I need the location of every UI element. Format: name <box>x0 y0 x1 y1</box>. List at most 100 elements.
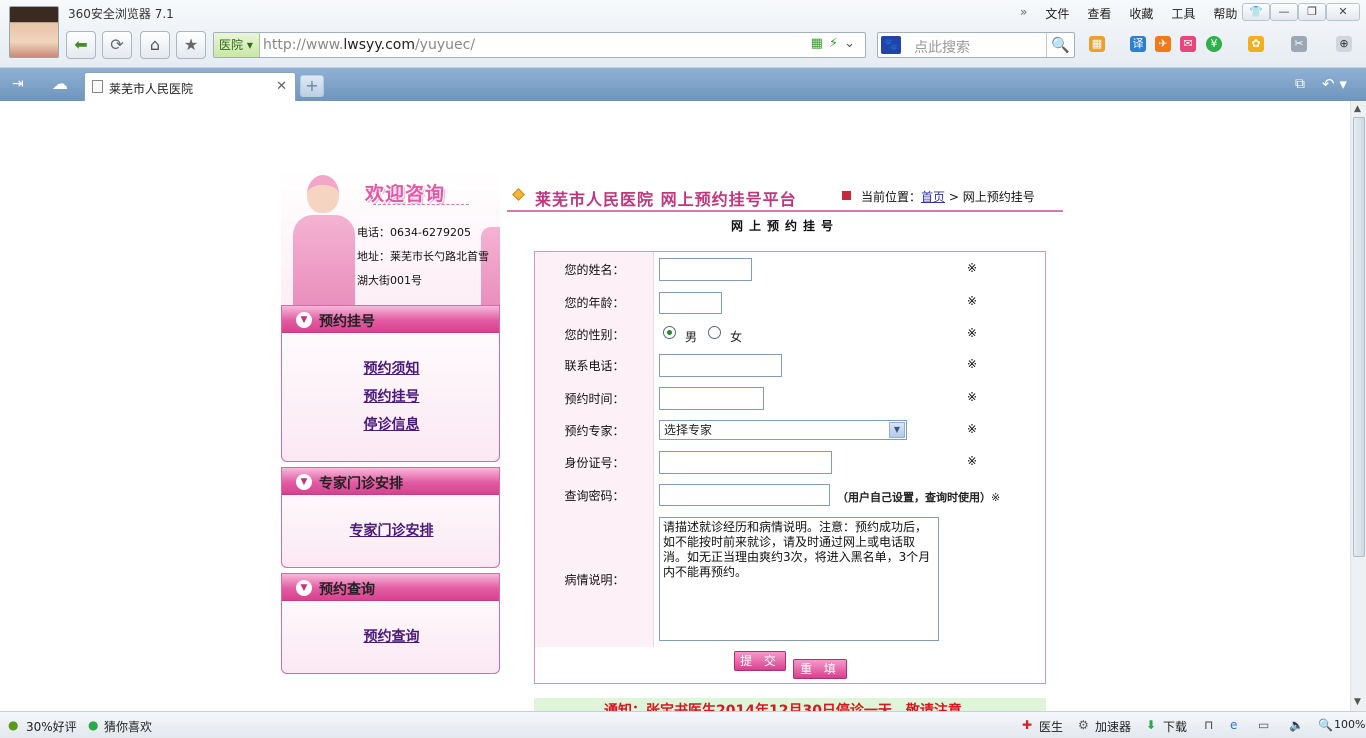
illness-textarea[interactable]: 请描述就诊经历和病情说明。注意：预约成功后，如不能按时前来就诊，请及时通过网上或… <box>659 517 939 641</box>
gender-label: 您的性别： <box>564 328 625 342</box>
minimize-button[interactable]: — <box>1270 3 1298 21</box>
search-input[interactable]: 点此搜索 <box>914 37 970 57</box>
guess-text[interactable]: 猜你喜欢 <box>104 718 152 735</box>
menu-favorites[interactable]: 收藏 <box>1129 5 1153 22</box>
window-icon[interactable]: ▭ <box>1258 718 1269 732</box>
contact-address-1: 地址：莱芜市长勺路北首雪 <box>357 250 489 263</box>
volume-icon[interactable]: 🔈 <box>1289 718 1304 732</box>
scroll-up-icon[interactable]: ▲ <box>1354 104 1361 114</box>
chevron-down-icon: ▼ <box>296 474 312 490</box>
age-label: 您的年龄： <box>564 296 625 310</box>
status-bar: ● 30%好评 ● 猜你喜欢 ✚ 医生 ⚙ 加速器 ⬇ 下载 ⊓ e ▭ 🔈 🔍… <box>0 711 1366 738</box>
tab-hospital[interactable]: 莱芜市人民医院 ✕ <box>84 72 296 101</box>
address-category-tag[interactable]: 医院 ▾ <box>214 33 260 57</box>
id-label: 身份证号： <box>564 456 625 470</box>
link-booking-notice[interactable]: 预约须知 <box>282 358 501 378</box>
menu-view[interactable]: 查看 <box>1087 5 1111 22</box>
breadcrumb-home-link[interactable]: 首页 <box>921 190 945 204</box>
name-label: 您的姓名： <box>564 263 625 277</box>
page-scrollbar[interactable]: ▲ ▼ <box>1350 101 1366 711</box>
accelerator-text[interactable]: 加速器 <box>1095 718 1131 735</box>
address-url[interactable]: http://www.lwsyy.com/yuyuec/ <box>263 37 475 53</box>
page-icon <box>92 80 103 93</box>
menu-more-icon[interactable]: » <box>1020 5 1027 22</box>
link-booking[interactable]: 预约挂号 <box>282 386 501 406</box>
time-input[interactable] <box>659 387 764 410</box>
undo-close-icon[interactable]: ↶ ▾ <box>1322 75 1347 93</box>
sidebar-query-title: 预约查询 <box>319 582 375 598</box>
link-expert-schedule[interactable]: 专家门诊安排 <box>282 520 501 540</box>
search-engine-icon[interactable]: 🐾 <box>881 36 901 54</box>
apps-icon[interactable]: ▦ <box>1089 36 1105 52</box>
gender-male-radio[interactable] <box>663 326 676 339</box>
sidebar-experts-header: ▼ 专家门诊安排 <box>282 468 499 495</box>
money-icon[interactable]: ¥ <box>1206 36 1222 52</box>
home-button[interactable]: ⌂ <box>140 31 170 59</box>
skin-icon[interactable]: 👕 <box>1242 3 1270 21</box>
page-title: 莱芜市人民医院 网上预约挂号平台 <box>535 190 797 209</box>
cloud-icon[interactable]: ☁ <box>52 74 68 93</box>
welcome-box: 欢迎咨询 电话：0634-6279205 地址：莱芜市长勺路北首雪 湖大街001… <box>281 171 500 305</box>
game-icon[interactable]: ✿ <box>1248 36 1264 52</box>
phone-input[interactable] <box>659 354 782 377</box>
flight-icon[interactable]: ✈ <box>1155 36 1171 52</box>
zoom-icon[interactable]: ⊕ <box>1336 36 1352 52</box>
scroll-down-icon[interactable]: ▼ <box>1354 697 1361 707</box>
compat-icon[interactable]: ⊓ <box>1204 718 1213 732</box>
required-mark: ※ <box>967 261 978 275</box>
tab-close-icon[interactable]: ✕ <box>276 79 287 94</box>
ie-icon[interactable]: e <box>1230 718 1237 732</box>
sidebar-toggle-icon[interactable]: ⇥ <box>12 76 24 92</box>
chevron-down-icon: ▼ <box>296 580 312 596</box>
gender-female-radio[interactable] <box>708 326 721 339</box>
link-booking-query[interactable]: 预约查询 <box>282 626 501 646</box>
submit-button[interactable]: 提 交 <box>734 651 786 671</box>
screenshot-icon[interactable]: ✂ <box>1291 36 1307 52</box>
welcome-title: 欢迎咨询 <box>365 183 446 205</box>
menu-tools[interactable]: 工具 <box>1171 5 1195 22</box>
chevron-down-icon: ▼ <box>296 312 312 328</box>
password-label: 查询密码： <box>564 489 625 503</box>
chevron-down-icon[interactable]: ▼ <box>889 422 905 438</box>
close-window-button[interactable]: ✕ <box>1326 3 1360 21</box>
address-tools-icon[interactable]: ▦⚡⌄ <box>811 36 861 51</box>
translate-icon[interactable]: 译 <box>1130 36 1146 52</box>
tab-list-icon[interactable]: ⧉ <box>1295 76 1305 92</box>
password-hint: （用户自己设置，查询时使用）※ <box>837 491 1001 504</box>
age-input[interactable] <box>659 292 722 314</box>
user-avatar[interactable] <box>9 6 59 58</box>
menu-help[interactable]: 帮助 <box>1213 5 1237 22</box>
doctor-icon: ✚ <box>1022 718 1033 732</box>
search-box[interactable]: 🐾 点此搜索 🔍 <box>877 32 1075 58</box>
address-bar[interactable]: 医院 ▾ http://www.lwsyy.com/yuyuec/ ▦⚡⌄ <box>213 32 866 58</box>
sidebar-query-header: ▼ 预约查询 <box>282 574 499 601</box>
favorite-star-button[interactable]: ★ <box>176 31 206 59</box>
search-icon[interactable]: 🔍 <box>1046 33 1074 57</box>
link-suspension-info[interactable]: 停诊信息 <box>282 414 501 434</box>
welcome-divider <box>373 204 469 205</box>
expert-label: 预约专家： <box>564 424 625 438</box>
menu-file[interactable]: 文件 <box>1045 5 1069 22</box>
rating-text[interactable]: 30%好评 <box>26 718 77 735</box>
back-button[interactable]: ⬅ <box>66 31 96 59</box>
mail-icon[interactable]: ✉ <box>1180 36 1196 52</box>
restore-button[interactable]: ❐ <box>1298 3 1326 21</box>
expert-select[interactable]: 选择专家 ▼ <box>659 420 907 440</box>
doctor-text[interactable]: 医生 <box>1039 718 1063 735</box>
zoom-level[interactable]: 100% <box>1334 718 1365 731</box>
gender-male-label: 男 <box>685 330 698 344</box>
bullet-icon <box>512 188 525 201</box>
reset-button[interactable]: 重 填 <box>793 659 847 679</box>
web-page: 欢迎咨询 电话：0634-6279205 地址：莱芜市长勺路北首雪 湖大街001… <box>0 101 1350 711</box>
required-mark: ※ <box>967 422 978 436</box>
scroll-thumb[interactable] <box>1353 117 1365 557</box>
new-tab-button[interactable]: + <box>300 75 324 97</box>
download-text[interactable]: 下载 <box>1163 718 1187 735</box>
booking-form: 您的姓名： ※ 您的年龄： ※ 您的性别： 男 女 ※ 联系电话： ※ 预约时间… <box>534 251 1046 684</box>
name-input[interactable] <box>659 258 752 281</box>
time-label: 预约时间： <box>564 392 625 406</box>
refresh-button[interactable]: ⟳ <box>102 31 132 59</box>
app-title: 360安全浏览器 7.1 <box>68 7 174 21</box>
id-input[interactable] <box>659 451 832 474</box>
password-input[interactable] <box>659 484 830 506</box>
